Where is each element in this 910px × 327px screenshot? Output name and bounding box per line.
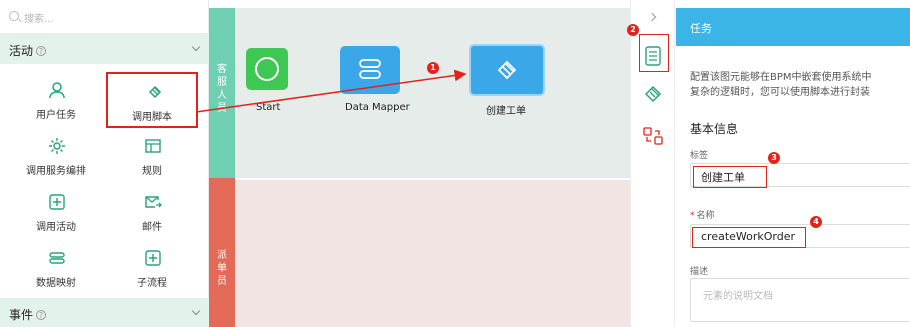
- drag-arrow: [195, 69, 467, 113]
- highlight-label-field: [693, 166, 767, 188]
- callout-badge-3: 3: [768, 152, 780, 164]
- callout-badge-1: 1: [427, 62, 439, 74]
- callout-badge-2: 2: [627, 24, 639, 36]
- highlight-name-field: [692, 227, 806, 248]
- callout-badge-4: 4: [810, 216, 822, 228]
- highlight-properties-tab: [639, 34, 669, 72]
